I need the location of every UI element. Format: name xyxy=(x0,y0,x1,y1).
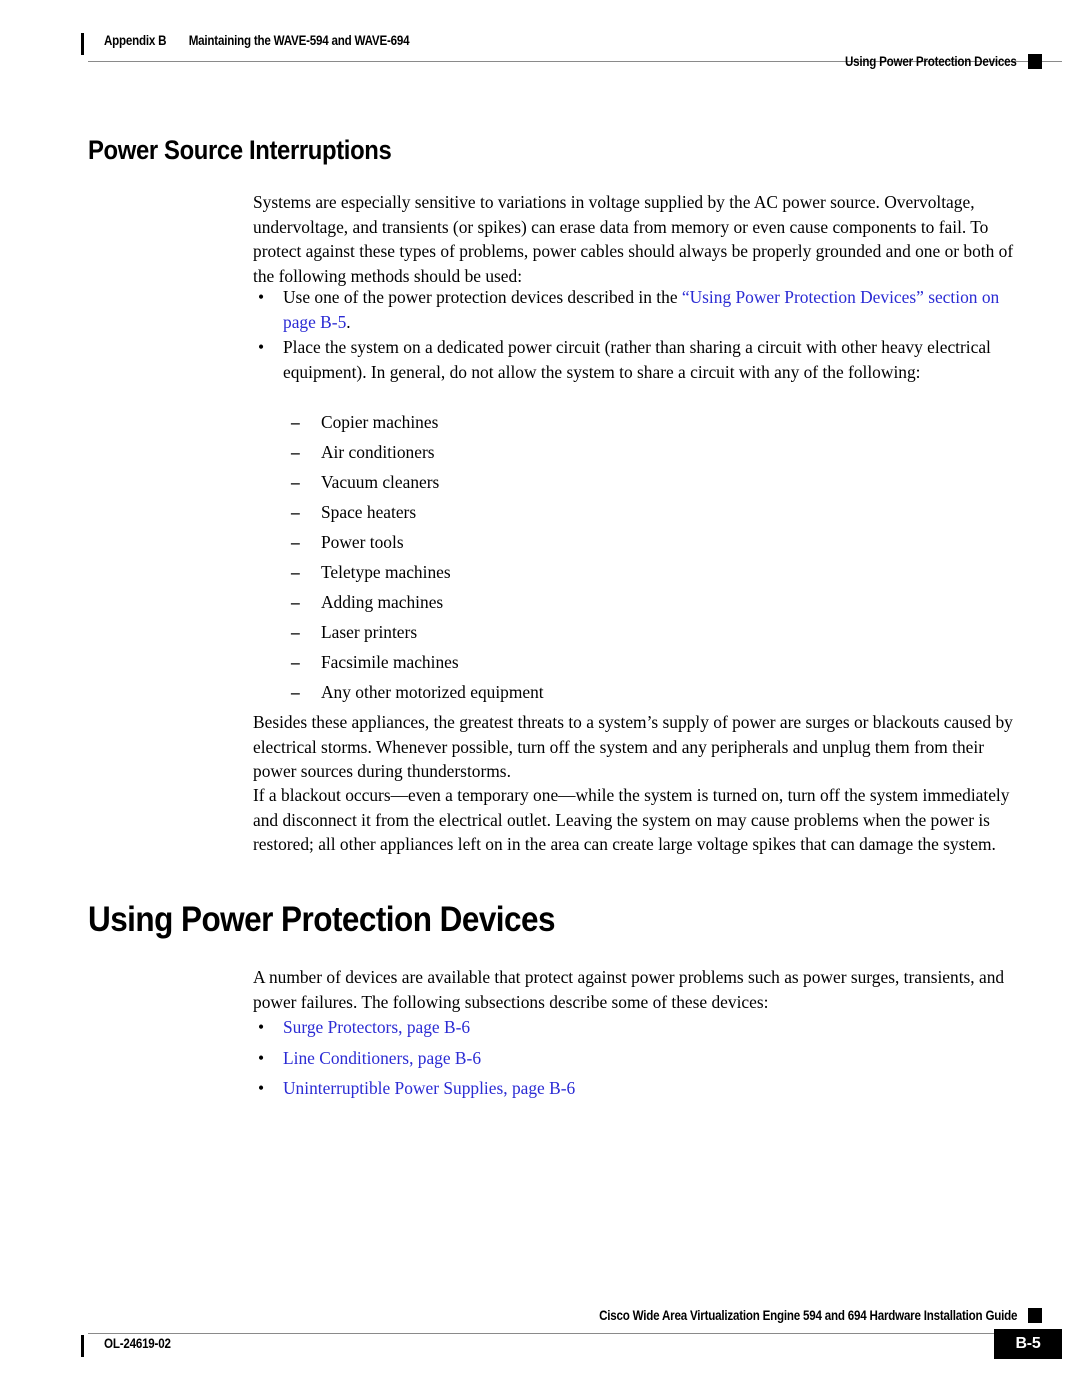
list-item: – Any other motorized equipment xyxy=(288,677,988,707)
bullet-marker-icon: • xyxy=(258,1017,265,1037)
running-header: Appendix B Maintaining the WAVE-594 and W… xyxy=(0,0,1080,84)
dash-list-appliances: – Copier machines – Air conditioners – Vacu… xyxy=(288,407,988,707)
footer-left-tick-mark xyxy=(81,1335,84,1357)
list-item: – Copier machines xyxy=(288,407,988,437)
list-item-text-after: . xyxy=(346,311,351,332)
bullet-list-methods: • Use one of the power protection devices… xyxy=(253,285,1019,334)
paragraph-blackout-procedure: If a blackout occurs—even a temporary on… xyxy=(253,785,1010,855)
dash-marker-icon: – xyxy=(291,532,300,552)
paragraph-intro-power-source: Systems are especially sensitive to vari… xyxy=(253,192,1014,286)
dash-marker-icon: – xyxy=(291,562,300,582)
footer-document-id: OL-24619-02 xyxy=(104,1336,171,1351)
dash-marker-icon: – xyxy=(291,442,300,462)
footer-square-marker-icon xyxy=(1028,1308,1042,1323)
list-item: – Vacuum cleaners xyxy=(288,467,988,497)
page-title-power-source-interruptions: Power Source Interruptions xyxy=(88,135,392,165)
list-item-label: Power tools xyxy=(321,532,404,552)
list-item: – Air conditioners xyxy=(288,437,988,467)
header-square-marker-icon xyxy=(1028,54,1042,69)
dash-marker-icon: – xyxy=(291,622,300,642)
list-item: • Use one of the power protection devices… xyxy=(253,285,1019,334)
list-item-label: Any other motorized equipment xyxy=(321,682,544,702)
paragraph-surges-blackouts: Besides these appliances, the greatest t… xyxy=(253,712,1013,782)
footer-rule xyxy=(88,1333,1062,1334)
list-item: – Teletype machines xyxy=(288,557,988,587)
bullet-marker-icon: • xyxy=(258,1047,265,1068)
header-section-title: Using Power Protection Devices xyxy=(845,54,1017,69)
list-item: – Adding machines xyxy=(288,587,988,617)
bullet-marker-icon: • xyxy=(258,287,265,307)
dash-marker-icon: – xyxy=(291,502,300,522)
cross-reference-link-surge-protectors[interactable]: Surge Protectors, page B-6 xyxy=(283,1017,470,1037)
header-breadcrumb: Appendix B Maintaining the WAVE-594 and W… xyxy=(104,33,410,48)
list-item-text-before: Use one of the power protection devices … xyxy=(283,287,682,307)
list-item: – Space heaters xyxy=(288,497,988,527)
bullet-marker-icon: • xyxy=(258,337,265,357)
cross-reference-link-line-conditioners[interactable]: Line Conditioners, page B-6 xyxy=(283,1048,481,1068)
header-section-label-group: Using Power Protection Devices xyxy=(817,54,1042,69)
cross-reference-link-using-power-protection-devices[interactable]: “Using Power Protection Devices” section xyxy=(682,287,978,307)
header-chapter-title: Maintaining the WAVE-594 and WAVE-694 xyxy=(188,33,410,48)
list-item: • Place the system on a dedicated power c… xyxy=(253,335,1019,384)
dash-marker-icon: – xyxy=(291,472,300,492)
list-item-text: Place the system on a dedicated power ci… xyxy=(283,337,991,382)
list-item: – Facsimile machines xyxy=(288,647,988,677)
bullet-list-subsection-links: • Surge Protectors, page B-6 • Line Condit… xyxy=(253,1015,1019,1107)
list-item-label: Facsimile machines xyxy=(321,652,459,672)
footer-guide-title: Cisco Wide Area Virtualization Engine 59… xyxy=(598,1308,1017,1323)
footer-guide-title-group: Cisco Wide Area Virtualization Engine 59… xyxy=(531,1308,1042,1323)
list-item: • Line Conditioners, page B-6 xyxy=(253,1046,1019,1071)
list-item-label: Air conditioners xyxy=(321,442,435,462)
list-item-label: Copier machines xyxy=(321,412,439,432)
list-item-label: Teletype machines xyxy=(321,562,451,582)
list-item: • Uninterruptible Power Supplies, page B-… xyxy=(253,1076,1019,1101)
paragraph-intro-protection-devices: A number of devices are available that p… xyxy=(253,967,1005,1012)
footer-page-number: B-5 xyxy=(994,1329,1062,1359)
dash-marker-icon: – xyxy=(291,412,300,432)
list-item-label: Adding machines xyxy=(321,592,444,612)
document-page: Appendix B Maintaining the WAVE-594 and W… xyxy=(0,0,1080,1397)
list-item-label: Laser printers xyxy=(321,622,418,642)
list-item: • Surge Protectors, page B-6 xyxy=(253,1015,1019,1040)
page-title-using-power-protection-devices: Using Power Protection Devices xyxy=(88,900,555,939)
header-appendix-label: Appendix B xyxy=(104,33,167,48)
list-item-label: Vacuum cleaners xyxy=(321,472,440,492)
list-item: – Laser printers xyxy=(288,617,988,647)
header-left-tick-mark xyxy=(81,33,84,55)
dash-marker-icon: – xyxy=(291,682,300,702)
bullet-marker-icon: • xyxy=(258,1078,265,1099)
running-footer: Cisco Wide Area Virtualization Engine 59… xyxy=(0,1300,1080,1397)
list-item-label: Space heaters xyxy=(321,502,417,522)
dash-marker-icon: – xyxy=(291,652,300,672)
bullet-list-dedicated-circuit: • Place the system on a dedicated power c… xyxy=(253,335,1019,384)
cross-reference-link-uninterruptible-power-supplies[interactable]: Uninterruptible Power Supplies, page B-6 xyxy=(283,1078,575,1098)
list-item: – Power tools xyxy=(288,527,988,557)
dash-marker-icon: – xyxy=(291,592,300,612)
